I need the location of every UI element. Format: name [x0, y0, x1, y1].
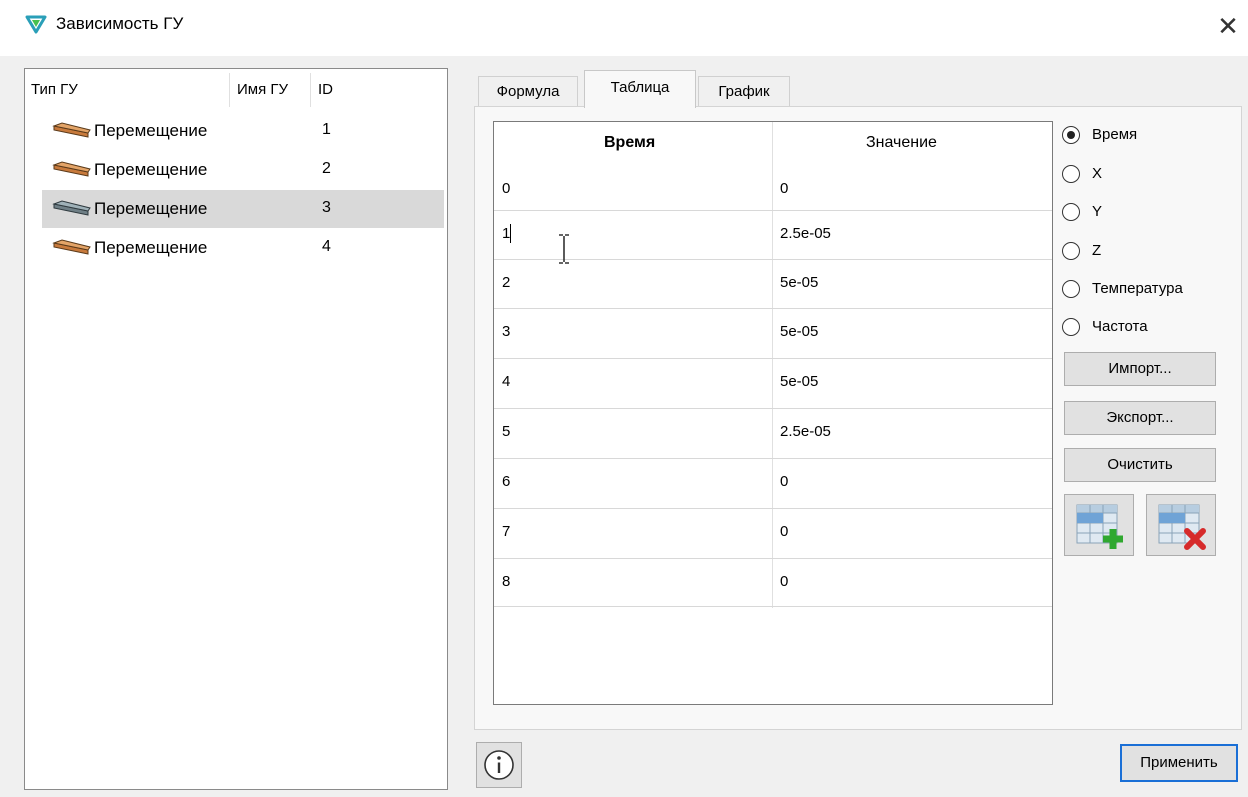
- displacement-icon: [52, 122, 91, 138]
- table-row: 6 0: [494, 458, 1052, 507]
- list-item-id: 4: [322, 238, 331, 255]
- list-item[interactable]: Перемещение 4: [42, 229, 444, 267]
- delete-row-icon: [1158, 504, 1206, 550]
- time-value-table: Время Значение 0 0 1 2.5e-05 2 5e-05 3 5…: [493, 121, 1053, 705]
- value-cell[interactable]: 5e-05: [780, 274, 818, 291]
- radio-label: Температура: [1092, 280, 1183, 297]
- list-item-id: 2: [322, 160, 331, 177]
- radio-indicator: [1062, 165, 1080, 183]
- tab-formula[interactable]: Формула: [478, 76, 578, 106]
- table-row: 4 5e-05: [494, 358, 1052, 407]
- list-item-type: Перемещение: [94, 199, 208, 218]
- displacement-icon: [52, 200, 91, 216]
- radio-label: Частота: [1092, 318, 1148, 335]
- radio-time[interactable]: Время: [1062, 124, 1172, 146]
- radio-indicator: [1062, 318, 1080, 336]
- list-item[interactable]: Перемещение 2: [42, 151, 444, 189]
- clear-button[interactable]: Очистить: [1064, 448, 1216, 482]
- radio-indicator: [1062, 242, 1080, 260]
- table-row: 0 0: [494, 166, 1052, 215]
- radio-indicator: [1062, 203, 1080, 221]
- table-row-editing: 1 2.5e-05: [494, 210, 1052, 259]
- displacement-icon: [52, 239, 91, 255]
- list-item-type: Перемещение: [94, 160, 208, 179]
- table-row: 7 0: [494, 508, 1052, 557]
- time-cell[interactable]: 4: [502, 373, 510, 390]
- time-cell[interactable]: 2: [502, 274, 510, 291]
- time-cell[interactable]: 7: [502, 523, 510, 540]
- radio-checked-indicator: [1062, 126, 1080, 144]
- value-cell[interactable]: 0: [780, 573, 788, 590]
- column-header-type[interactable]: Тип ГУ: [31, 81, 78, 98]
- value-cell[interactable]: 0: [780, 473, 788, 490]
- table-row: 5 2.5e-05: [494, 408, 1052, 457]
- value-cell[interactable]: 2.5e-05: [780, 225, 831, 242]
- title-bar: Зависимость ГУ ✕: [0, 0, 1248, 56]
- time-cell[interactable]: 3: [502, 323, 510, 340]
- column-header-time[interactable]: Время: [604, 134, 655, 152]
- value-cell[interactable]: 0: [780, 523, 788, 540]
- time-cell[interactable]: 8: [502, 573, 510, 590]
- column-header-value[interactable]: Значение: [866, 134, 937, 152]
- list-item-id: 3: [322, 199, 331, 216]
- radio-label: X: [1092, 165, 1103, 182]
- value-cell[interactable]: 5e-05: [780, 323, 818, 340]
- tab-graph[interactable]: График: [698, 76, 790, 106]
- add-row-icon: [1076, 504, 1123, 549]
- radio-label: Z: [1092, 242, 1102, 259]
- app-logo-icon: [25, 15, 47, 34]
- boundary-condition-list: Тип ГУ Имя ГУ ID Перемещение 1 Перемещен…: [24, 68, 448, 790]
- value-cell[interactable]: 2.5e-05: [780, 423, 831, 440]
- list-item-type: Перемещение: [94, 121, 208, 140]
- table-row: 8 0: [494, 558, 1052, 607]
- radio-frequency[interactable]: Частота: [1062, 316, 1182, 338]
- value-cell[interactable]: 0: [780, 180, 788, 197]
- close-button[interactable]: ✕: [1212, 8, 1244, 44]
- radio-y[interactable]: Y: [1062, 201, 1122, 223]
- add-row-button[interactable]: [1064, 494, 1134, 556]
- list-item-type: Перемещение: [94, 238, 208, 257]
- radio-label: Время: [1092, 126, 1138, 143]
- radio-temperature[interactable]: Температура: [1062, 278, 1212, 300]
- radio-indicator: [1062, 280, 1080, 298]
- time-cell[interactable]: 0: [502, 180, 510, 197]
- list-item-selected[interactable]: Перемещение 3: [42, 190, 444, 228]
- value-cell[interactable]: 5e-05: [780, 373, 818, 390]
- radio-label: Y: [1092, 203, 1103, 220]
- displacement-icon: [52, 161, 91, 177]
- column-divider[interactable]: [310, 73, 311, 107]
- window-title: Зависимость ГУ: [56, 14, 184, 33]
- import-button[interactable]: Импорт...: [1064, 352, 1216, 386]
- list-item[interactable]: Перемещение 1: [42, 112, 444, 150]
- export-button[interactable]: Экспорт...: [1064, 401, 1216, 435]
- info-button[interactable]: [476, 742, 522, 788]
- radio-x[interactable]: X: [1062, 163, 1122, 185]
- dialog-window: Зависимость ГУ ✕ Тип ГУ Имя ГУ ID Переме…: [0, 0, 1248, 797]
- list-item-id: 1: [322, 121, 331, 138]
- column-divider[interactable]: [229, 73, 230, 107]
- table-row: 2 5e-05: [494, 259, 1052, 308]
- info-icon: [484, 750, 514, 780]
- ibeam-cursor-icon: [559, 234, 569, 264]
- apply-button[interactable]: Применить: [1120, 744, 1238, 782]
- radio-dot-icon: [1067, 131, 1075, 139]
- text-caret: [510, 224, 511, 243]
- radio-z[interactable]: Z: [1062, 240, 1122, 262]
- list-header: Тип ГУ Имя ГУ ID: [25, 69, 447, 111]
- time-cell[interactable]: 6: [502, 473, 510, 490]
- table-row: 3 5e-05: [494, 308, 1052, 357]
- column-header-name[interactable]: Имя ГУ: [237, 81, 288, 98]
- column-header-id[interactable]: ID: [318, 81, 333, 98]
- tab-table[interactable]: Таблица: [584, 70, 696, 108]
- time-cell[interactable]: 5: [502, 423, 510, 440]
- delete-row-button[interactable]: [1146, 494, 1216, 556]
